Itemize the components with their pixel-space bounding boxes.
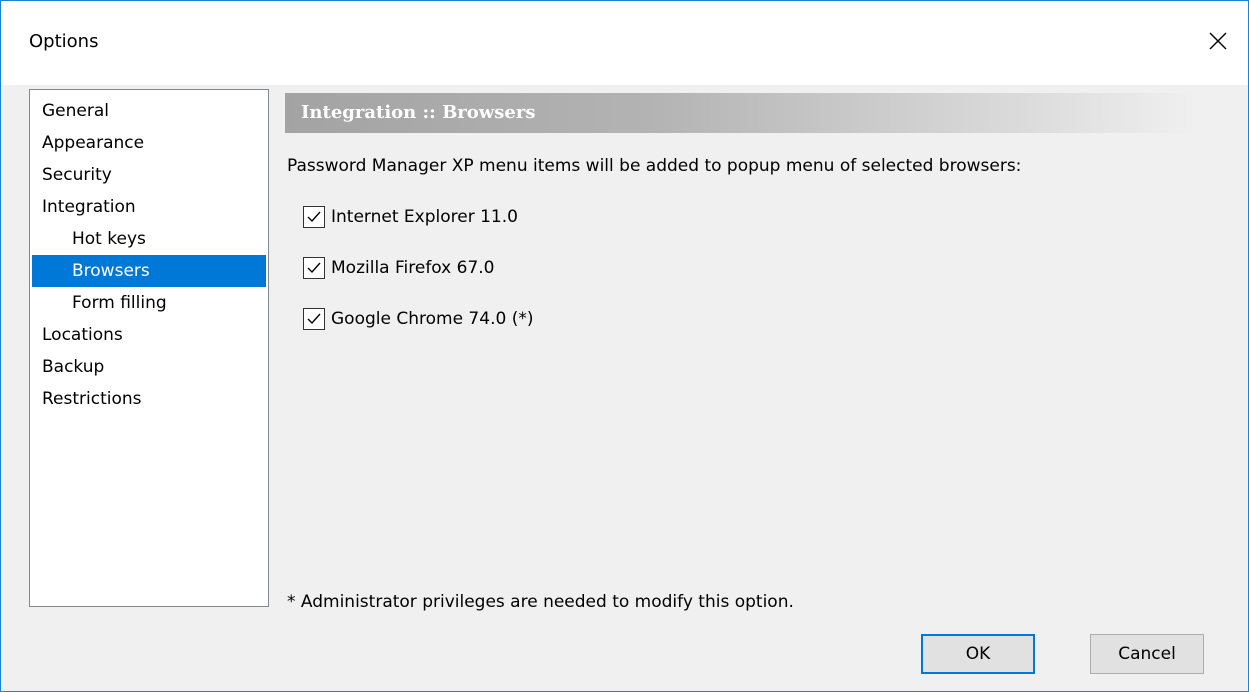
- admin-footnote: * Administrator privileges are needed to…: [287, 592, 794, 612]
- section-header: Integration :: Browsers: [285, 93, 1197, 133]
- checkmark-icon: [307, 262, 321, 274]
- section-description: Password Manager XP menu items will be a…: [287, 156, 1022, 176]
- title-bar: Options: [1, 1, 1248, 85]
- tree-item-locations[interactable]: Locations: [32, 319, 266, 351]
- checkbox-google-chrome[interactable]: Google Chrome 74.0 (*): [303, 307, 533, 331]
- ok-button[interactable]: OK: [921, 634, 1035, 674]
- options-dialog: Options General Appearance Security Inte…: [0, 0, 1249, 692]
- checkbox-mozilla-firefox[interactable]: Mozilla Firefox 67.0: [303, 256, 495, 280]
- close-button[interactable]: [1188, 1, 1248, 85]
- window-title: Options: [29, 31, 99, 52]
- checkmark-icon: [307, 211, 321, 223]
- checkbox-box[interactable]: [303, 308, 325, 330]
- checkmark-icon: [307, 313, 321, 325]
- tree-item-general[interactable]: General: [32, 95, 266, 127]
- options-tree[interactable]: General Appearance Security Integration …: [29, 89, 269, 607]
- checkbox-internet-explorer[interactable]: Internet Explorer 11.0: [303, 205, 518, 229]
- checkbox-box[interactable]: [303, 257, 325, 279]
- cancel-button[interactable]: Cancel: [1090, 634, 1204, 674]
- checkbox-label: Mozilla Firefox 67.0: [331, 258, 495, 278]
- tree-item-integration[interactable]: Integration: [32, 191, 266, 223]
- checkbox-label: Internet Explorer 11.0: [331, 207, 518, 227]
- tree-item-form-filling[interactable]: Form filling: [32, 287, 266, 319]
- tree-item-restrictions[interactable]: Restrictions: [32, 383, 266, 415]
- tree-item-appearance[interactable]: Appearance: [32, 127, 266, 159]
- checkbox-label: Google Chrome 74.0 (*): [331, 309, 534, 329]
- close-icon: [1208, 31, 1228, 55]
- tree-item-hot-keys[interactable]: Hot keys: [32, 223, 266, 255]
- checkbox-box[interactable]: [303, 206, 325, 228]
- tree-item-browsers[interactable]: Browsers: [32, 255, 266, 287]
- tree-item-security[interactable]: Security: [32, 159, 266, 191]
- tree-item-backup[interactable]: Backup: [32, 351, 266, 383]
